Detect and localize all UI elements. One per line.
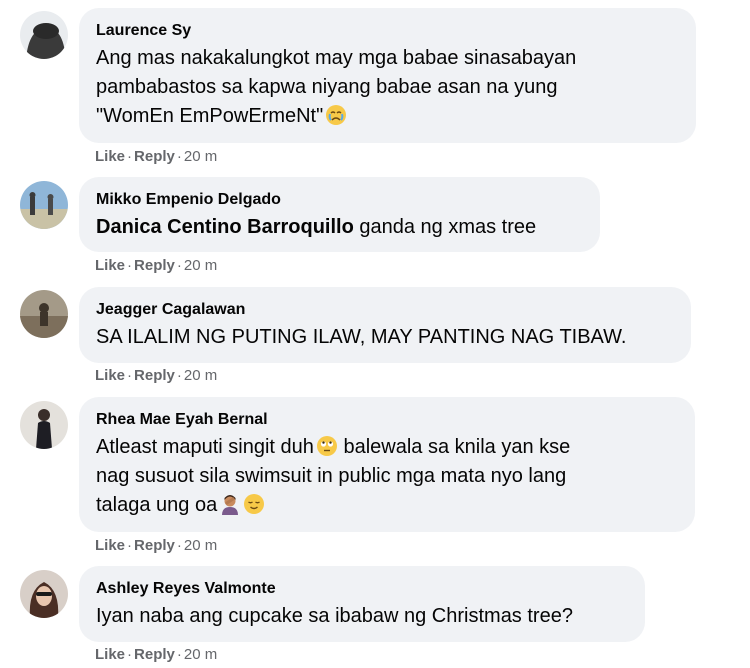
comment-author[interactable]: Ashley Reyes Valmonte	[96, 578, 627, 599]
comment-bubble: Mikko Empenio Delgado Danica Centino Bar…	[79, 177, 600, 252]
reply-button[interactable]: Reply	[134, 148, 175, 165]
comment-text: Atleast maputi singit duh balewala sa kn…	[96, 433, 677, 520]
like-button[interactable]: Like	[95, 257, 125, 274]
rolling-eyes-icon	[316, 436, 337, 456]
comment-body: nag susuot sila swimsuit in public mga m…	[96, 465, 567, 487]
reply-button[interactable]: Reply	[134, 537, 175, 554]
separator: ·	[176, 367, 182, 384]
like-button[interactable]: Like	[95, 537, 125, 554]
comment-actions: Like · Reply · 20 m	[95, 536, 217, 556]
comment-body: balewala sa knila yan kse	[337, 436, 571, 458]
separator: ·	[127, 367, 133, 384]
separator: ·	[176, 257, 182, 274]
reply-button[interactable]: Reply	[134, 646, 175, 663]
comment-timestamp[interactable]: 20 m	[184, 646, 217, 663]
like-button[interactable]: Like	[95, 646, 125, 663]
comment-bubble: Jeagger Cagalawan SA ILALIM NG PUTING IL…	[79, 287, 691, 363]
separator: ·	[127, 537, 133, 554]
mentioned-user-link[interactable]: Danica Centino Barroquillo	[96, 216, 354, 238]
comment-body: ganda ng xmas tree	[353, 216, 537, 238]
avatar[interactable]	[20, 181, 68, 229]
comment-body: Atleast maputi singit duh	[96, 436, 314, 458]
comment-author[interactable]: Rhea Mae Eyah Bernal	[96, 409, 677, 430]
comment-text: Iyan naba ang cupcake sa ibabaw ng Chris…	[96, 605, 573, 627]
reply-button[interactable]: Reply	[134, 257, 175, 274]
reply-button[interactable]: Reply	[134, 367, 175, 384]
relieved-face-icon	[244, 494, 265, 514]
comment-actions: Like · Reply · 20 m	[95, 645, 217, 665]
comment-actions: Like · Reply · 20 m	[95, 366, 217, 386]
like-button[interactable]: Like	[95, 148, 125, 165]
comment-timestamp[interactable]: 20 m	[184, 537, 217, 554]
crying-face-icon	[326, 105, 347, 125]
comment-author[interactable]: Laurence Sy	[96, 20, 678, 41]
separator: ·	[127, 257, 133, 274]
comment-author[interactable]: Jeagger Cagalawan	[96, 299, 673, 320]
comment-body: talaga ung oa	[96, 494, 218, 516]
separator: ·	[176, 148, 182, 165]
comment-text: SA ILALIM NG PUTING ILAW, MAY PANTING NA…	[96, 326, 627, 348]
comment-bubble: Laurence Sy Ang mas nakakalungkot may mg…	[79, 8, 696, 143]
comment-bubble: Rhea Mae Eyah Bernal Atleast maputi sing…	[79, 397, 695, 532]
person-facepalming-icon	[222, 495, 239, 515]
separator: ·	[127, 148, 133, 165]
comment-actions: Like · Reply · 20 m	[95, 256, 217, 276]
comment-author[interactable]: Mikko Empenio Delgado	[96, 189, 582, 210]
comment-timestamp[interactable]: 20 m	[184, 257, 217, 274]
comment-bubble: Ashley Reyes Valmonte Iyan naba ang cupc…	[79, 566, 645, 642]
comment-text: Danica Centino Barroquillo ganda ng xmas…	[96, 213, 582, 242]
comment-timestamp[interactable]: 20 m	[184, 367, 217, 384]
avatar[interactable]	[20, 401, 68, 449]
avatar[interactable]	[20, 11, 68, 59]
comment-actions: Like · Reply · 20 m	[95, 147, 217, 167]
separator: ·	[127, 646, 133, 663]
like-button[interactable]: Like	[95, 367, 125, 384]
separator: ·	[176, 646, 182, 663]
avatar[interactable]	[20, 570, 68, 618]
comment-text: Ang mas nakakalungkot may mga babae sina…	[96, 44, 678, 131]
comment-timestamp[interactable]: 20 m	[184, 148, 217, 165]
separator: ·	[176, 537, 182, 554]
avatar[interactable]	[20, 290, 68, 338]
